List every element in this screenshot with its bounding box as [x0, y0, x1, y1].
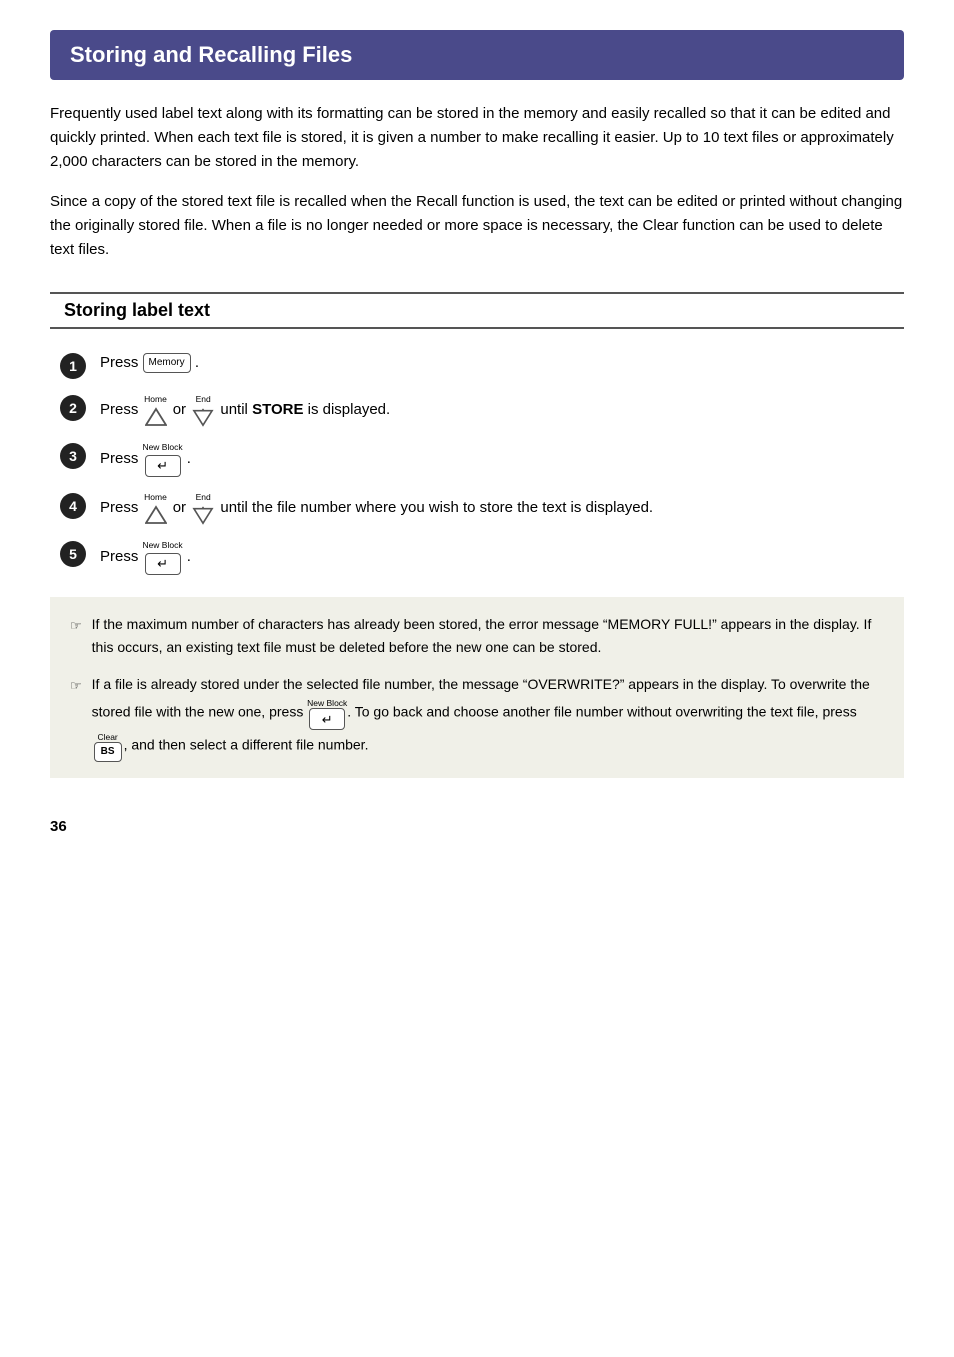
step-2-or: or — [173, 401, 191, 418]
end-arrow-key-4: End — [192, 491, 214, 525]
step-1-text-before: Press — [100, 354, 143, 371]
step-4-or: or — [173, 499, 191, 516]
step-3-text-after: . — [187, 450, 191, 467]
notes-box: ☞ If the maximum number of characters ha… — [50, 597, 904, 778]
note-icon-2: ☞ — [70, 675, 82, 696]
intro-paragraph-2: Since a copy of the stored text file is … — [50, 190, 904, 262]
enter-key-note: New Block ↵ — [309, 696, 345, 730]
note-1: ☞ If the maximum number of characters ha… — [70, 613, 884, 659]
note-1-text: If the maximum number of characters has … — [92, 613, 884, 659]
clear-label: Clear — [97, 730, 117, 744]
step-5: 5 Press New Block ↵ . — [60, 539, 904, 575]
end-label: End — [196, 393, 211, 407]
step-3-text-press: Press — [100, 450, 143, 467]
enter-key-note-btn: ↵ — [309, 708, 345, 730]
step-4-text-press: Press — [100, 499, 143, 516]
home-arrow-key-4: Home — [145, 491, 167, 525]
step-4: 4 Press Home or End until — [60, 491, 904, 525]
up-arrow-icon — [145, 407, 167, 427]
step-2: 2 Press Home or End — [60, 393, 904, 427]
bs-key-wrapper: Clear BS — [94, 730, 122, 762]
step-1-text-after: . — [195, 354, 199, 371]
end-label-4: End — [196, 491, 211, 505]
step-5-number: 5 — [60, 541, 86, 567]
section-title: Storing label text — [50, 292, 904, 329]
enter-key-5: ↵ — [145, 553, 181, 575]
down-arrow-icon — [192, 407, 214, 427]
up-arrow-icon-4 — [145, 505, 167, 525]
note-2: ☞ If a file is already stored under the … — [70, 673, 884, 762]
enter-key-3: ↵ — [145, 455, 181, 477]
step-4-text-after: until the file number where you wish to … — [220, 499, 653, 516]
page-title: Storing and Recalling Files — [50, 30, 904, 80]
step-2-until: until STORE is displayed. — [220, 401, 390, 418]
intro-paragraph-1: Frequently used label text along with it… — [50, 102, 904, 174]
storing-section: Storing label text 1 Press Memory . 2 Pr… — [50, 292, 904, 778]
store-bold: STORE — [252, 401, 303, 418]
new-block-label-3: New Block — [142, 441, 182, 455]
home-label: Home — [144, 393, 167, 407]
step-3: 3 Press New Block ↵ . — [60, 441, 904, 477]
step-3-content: Press New Block ↵ . — [100, 441, 904, 477]
step-2-number: 2 — [60, 395, 86, 421]
down-arrow-icon-4 — [192, 505, 214, 525]
step-5-text-press: Press — [100, 548, 143, 565]
step-1: 1 Press Memory . — [60, 351, 904, 379]
new-block-label-5: New Block — [142, 539, 182, 553]
note-icon-1: ☞ — [70, 615, 82, 636]
home-arrow-key: Home — [145, 393, 167, 427]
step-1-number: 1 — [60, 353, 86, 379]
step-2-content: Press Home or End — [100, 393, 904, 427]
note-2-text: If a file is already stored under the se… — [92, 673, 884, 762]
step-5-text-after: . — [187, 548, 191, 565]
enter-key-wrapper-5: New Block ↵ — [145, 539, 181, 575]
page-number: 36 — [50, 818, 904, 835]
step-4-content: Press Home or End until the file number … — [100, 491, 904, 525]
memory-key: Memory — [143, 353, 191, 373]
end-arrow-key: End — [192, 393, 214, 427]
home-label-4: Home — [144, 491, 167, 505]
enter-key-wrapper-3: New Block ↵ — [145, 441, 181, 477]
steps-list: 1 Press Memory . 2 Press Home — [60, 351, 904, 575]
step-2-text-press: Press — [100, 401, 143, 418]
step-5-content: Press New Block ↵ . — [100, 539, 904, 575]
step-3-number: 3 — [60, 443, 86, 469]
bs-key: BS — [94, 742, 122, 762]
step-4-number: 4 — [60, 493, 86, 519]
step-1-content: Press Memory . — [100, 351, 904, 375]
